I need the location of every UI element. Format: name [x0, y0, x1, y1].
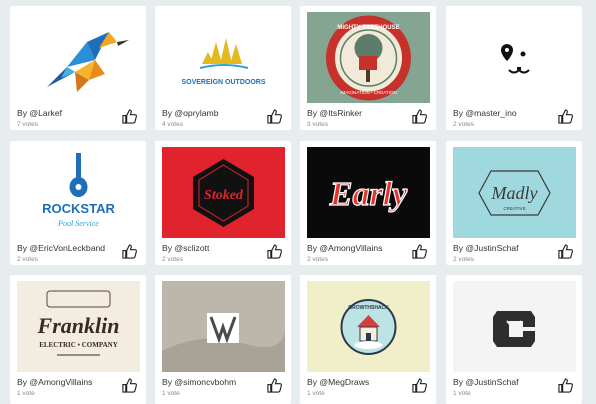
logo-thumbnail-stoked[interactable]: Stoked: [162, 147, 285, 238]
logo-text: ROCKSTAR: [42, 201, 115, 216]
author-label[interactable]: By @Larkef: [17, 108, 62, 118]
logo-subtext: CREATIVE: [503, 206, 525, 211]
vote-count: 3 votes: [307, 121, 328, 128]
thumbs-up-icon[interactable]: [558, 109, 573, 124]
thumbs-up-icon[interactable]: [267, 378, 282, 393]
logo-card[interactable]: By @Larkef 7 votes: [10, 6, 146, 130]
author-label[interactable]: By @JustinSchaf: [453, 377, 519, 387]
logo-card[interactable]: GROWTHSHACK By @MegDraws 1 vote: [300, 275, 436, 404]
logo-thumbnail-mighty-treehouse[interactable]: MIGHTY TREEHOUSE IMAGINATION • CREATION: [307, 12, 430, 103]
logo-card[interactable]: MIGHTY TREEHOUSE IMAGINATION • CREATION …: [300, 6, 436, 130]
vote-count: 1 vote: [17, 390, 35, 397]
logo-subtext: IMAGINATION • CREATION: [340, 90, 396, 95]
logo-card[interactable]: ROCKSTAR Pool Service By @EricVonLeckban…: [10, 141, 146, 265]
author-label[interactable]: By @MegDraws: [307, 377, 369, 387]
thumbs-up-icon[interactable]: [122, 244, 137, 259]
logo-card[interactable]: Madly CREATIVE By @JustinSchaf 2 votes: [446, 141, 582, 265]
vote-count: 2 votes: [453, 256, 474, 263]
logo-thumbnail-sovereign-outdoors[interactable]: SOVEREIGN OUTDOORS: [162, 12, 285, 103]
logo-text: SOVEREIGN OUTDOORS: [181, 79, 265, 86]
vote-count: 4 votes: [162, 121, 183, 128]
vote-count: 2 votes: [307, 256, 328, 263]
thumbs-up-icon[interactable]: [412, 109, 427, 124]
logo-card[interactable]: Stoked By @sclizott 2 votes: [155, 141, 291, 265]
logo-thumbnail-vm-monogram[interactable]: [162, 281, 285, 372]
vote-count: 7 votes: [17, 121, 38, 128]
logo-thumbnail-cm-monogram[interactable]: [453, 281, 576, 372]
logo-text: Stoked: [204, 188, 244, 203]
logo-thumbnail-rockstar[interactable]: ROCKSTAR Pool Service: [17, 147, 140, 238]
logo-subtext: Pool Service: [57, 219, 99, 228]
logo-subtext: ELECTRIC • COMPANY: [39, 341, 118, 349]
author-label[interactable]: By @JustinSchaf: [453, 243, 519, 253]
author-label[interactable]: By @EricVonLeckband: [17, 243, 105, 253]
logo-thumbnail-growthshack[interactable]: GROWTHSHACK: [307, 281, 430, 372]
author-label[interactable]: By @sclizott: [162, 243, 209, 253]
author-label[interactable]: By @simoncvbohm: [162, 377, 236, 387]
thumbs-up-icon[interactable]: [122, 109, 137, 124]
logo-text: Madly: [491, 183, 538, 203]
thumbs-up-icon[interactable]: [412, 378, 427, 393]
author-label[interactable]: By @master_ino: [453, 108, 517, 118]
logo-thumbnail-pin-face[interactable]: [453, 12, 576, 103]
logo-text: Franklin: [37, 313, 120, 338]
vote-count: 1 vote: [307, 390, 325, 397]
author-label[interactable]: By @AmongVillains: [17, 377, 92, 387]
logo-card[interactable]: Early By @AmongVillains 2 votes: [300, 141, 436, 265]
thumbs-up-icon[interactable]: [412, 244, 427, 259]
thumbs-up-icon[interactable]: [122, 378, 137, 393]
author-label[interactable]: By @ItsRinker: [307, 108, 362, 118]
logo-thumbnail-early[interactable]: Early: [307, 147, 430, 238]
thumbs-up-icon[interactable]: [558, 244, 573, 259]
author-label[interactable]: By @oprylamb: [162, 108, 219, 118]
logo-text: Early: [329, 176, 408, 213]
vote-count: 2 votes: [17, 256, 38, 263]
logo-thumbnail-franklin[interactable]: Franklin ELECTRIC • COMPANY: [17, 281, 140, 372]
author-label[interactable]: By @AmongVillains: [307, 243, 382, 253]
thumbs-up-icon[interactable]: [558, 378, 573, 393]
logo-card[interactable]: By @master_ino 2 votes: [446, 6, 582, 130]
vote-count: 2 votes: [162, 256, 183, 263]
logo-text: GROWTHSHACK: [348, 305, 389, 311]
vote-count: 2 votes: [453, 121, 474, 128]
logo-card[interactable]: By @simoncvbohm 1 vote: [155, 275, 291, 404]
vote-count: 1 vote: [453, 390, 471, 397]
logo-thumbnail-madly[interactable]: Madly CREATIVE: [453, 147, 576, 238]
logo-card[interactable]: SOVEREIGN OUTDOORS By @oprylamb 4 votes: [155, 6, 291, 130]
logo-card[interactable]: Franklin ELECTRIC • COMPANY By @AmongVil…: [10, 275, 146, 404]
thumbs-up-icon[interactable]: [267, 244, 282, 259]
vote-count: 1 vote: [162, 390, 180, 397]
logo-thumbnail-hummingbird[interactable]: [17, 12, 140, 103]
thumbs-up-icon[interactable]: [267, 109, 282, 124]
logo-text: MIGHTY TREEHOUSE: [337, 25, 399, 31]
logo-card[interactable]: By @JustinSchaf 1 vote: [446, 275, 582, 404]
